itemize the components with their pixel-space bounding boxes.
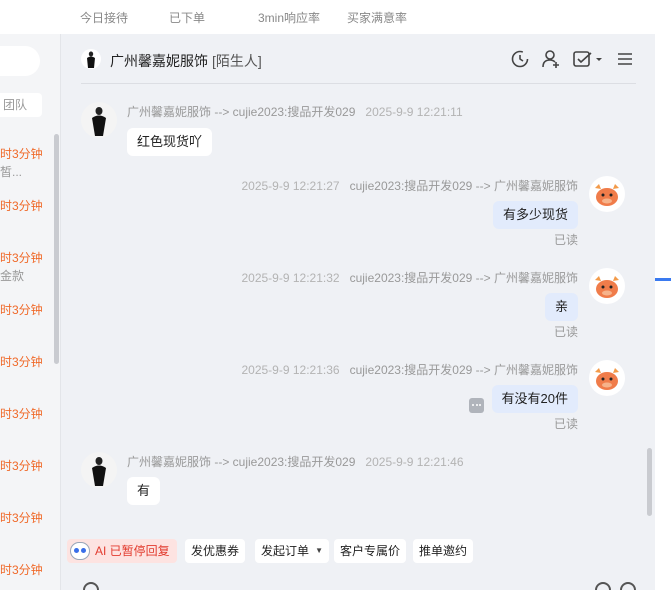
create-order-label: 发起订单 bbox=[261, 544, 310, 558]
team-tab[interactable]: 团队 bbox=[0, 93, 42, 117]
more-options-icon[interactable] bbox=[469, 398, 484, 413]
message-route: 广州馨嘉妮服饰 --> cujie2023:搜品开发029 bbox=[127, 455, 356, 469]
caret-down-icon: ▼ bbox=[315, 546, 324, 555]
agent-avatar[interactable] bbox=[589, 268, 625, 304]
help-icon[interactable] bbox=[620, 582, 636, 590]
message-time: 2025-9-9 12:21:27 bbox=[241, 179, 340, 193]
conversation-wait-time[interactable]: 时3分钟 bbox=[0, 509, 43, 526]
conversation-wait-time[interactable]: 时3分钟 bbox=[0, 301, 43, 318]
conversation-wait-time[interactable]: 时3分钟 bbox=[0, 249, 43, 266]
message-time: 2025-9-9 12:21:36 bbox=[241, 363, 340, 377]
chat-panel: 广州馨嘉妮服饰 [陌生人] 广州馨嘉妮服饰 --> cujie2023:搜品开发… bbox=[60, 34, 655, 590]
contact-name: 广州馨嘉妮服饰 bbox=[110, 53, 208, 69]
message-meta: 广州馨嘉妮服饰 --> cujie2023:搜品开发029 2025-9-9 1… bbox=[127, 103, 463, 120]
right-panel-accent bbox=[655, 278, 671, 281]
right-panel-edge bbox=[655, 0, 671, 590]
send-coupon-button[interactable]: 发优惠券 bbox=[185, 539, 246, 563]
conversation-wait-time[interactable]: 时3分钟 bbox=[0, 405, 43, 422]
menu-icon[interactable] bbox=[614, 48, 636, 70]
conversation-wait-time[interactable]: 时3分钟 bbox=[0, 197, 43, 214]
stats-bar: 今日接待 已下单 3min响应率 买家满意率 bbox=[0, 0, 655, 34]
read-status: 已读 bbox=[553, 417, 578, 431]
emoji-icon[interactable] bbox=[83, 582, 99, 590]
conversation-wait-time[interactable]: 时3分钟 bbox=[0, 353, 43, 370]
search-input[interactable] bbox=[0, 46, 40, 76]
ai-robot-icon bbox=[70, 542, 90, 560]
chat-header: 广州馨嘉妮服饰 [陌生人] bbox=[81, 34, 636, 84]
input-toolbar bbox=[83, 582, 643, 590]
stat-today-received: 今日接待 bbox=[80, 11, 129, 25]
message-bubble[interactable]: 红色现货吖 bbox=[127, 128, 213, 156]
agent-avatar[interactable] bbox=[589, 176, 625, 212]
chat-scrollbar[interactable] bbox=[647, 448, 652, 516]
refresh-icon[interactable] bbox=[509, 48, 531, 70]
read-status: 已读 bbox=[553, 325, 578, 339]
message-meta: 2025-9-9 12:21:36 cujie2023:搜品开发029 --> … bbox=[241, 361, 578, 378]
ai-reply-label: AI 已暂停回复 bbox=[95, 544, 170, 558]
message-route: cujie2023:搜品开发029 --> 广州馨嘉妮服饰 bbox=[349, 363, 578, 377]
agent-avatar[interactable] bbox=[589, 360, 625, 396]
stat-satisfaction: 买家满意率 bbox=[347, 11, 408, 25]
message-route: cujie2023:搜品开发029 --> 广州馨嘉妮服饰 bbox=[349, 271, 578, 285]
list-scrollbar[interactable] bbox=[54, 134, 59, 364]
create-order-button[interactable]: 发起订单 ▼ bbox=[255, 539, 330, 563]
message-bubble[interactable]: 有没有20件 bbox=[491, 385, 578, 413]
contact-avatar[interactable] bbox=[81, 452, 117, 488]
message-meta: 广州馨嘉妮服饰 --> cujie2023:搜品开发029 2025-9-9 1… bbox=[127, 453, 464, 470]
stat-response-rate: 3min响应率 bbox=[258, 11, 321, 25]
conversation-wait-time[interactable]: 时3分钟 bbox=[0, 145, 43, 162]
message-bubble[interactable]: 亲 bbox=[544, 293, 578, 321]
message-route: 广州馨嘉妮服饰 --> cujie2023:搜品开发029 bbox=[127, 105, 356, 119]
push-invite-button[interactable]: 推单邀约 bbox=[413, 539, 474, 563]
conversation-wait-time[interactable]: 时3分钟 bbox=[0, 561, 43, 578]
contact-tag: [陌生人] bbox=[212, 53, 262, 69]
contact-avatar[interactable] bbox=[81, 102, 117, 138]
message-time: 2025-9-9 12:21:32 bbox=[241, 271, 340, 285]
message-time: 2025-9-9 12:21:46 bbox=[365, 455, 464, 469]
conversation-wait-time[interactable]: 时3分钟 bbox=[0, 457, 43, 474]
read-status: 已读 bbox=[553, 233, 578, 247]
message-bubble[interactable]: 有 bbox=[127, 477, 161, 505]
conversation-list: 团队 时3分钟 皙... 时3分钟 时3分钟 金款 时3分钟 时3分钟 时3分钟… bbox=[0, 34, 60, 590]
app-window: 今日接待 已下单 3min响应率 买家满意率 团队 时3分钟 皙... 时3分钟… bbox=[0, 0, 671, 590]
message-time: 2025-9-9 12:21:11 bbox=[365, 105, 463, 119]
conversation-preview: 金款 bbox=[0, 269, 25, 283]
conversation-preview: 皙... bbox=[0, 165, 23, 179]
contact-avatar[interactable] bbox=[81, 49, 101, 69]
message-route: cujie2023:搜品开发029 --> 广州馨嘉妮服饰 bbox=[349, 179, 578, 193]
history-icon[interactable] bbox=[595, 582, 611, 590]
message-bubble[interactable]: 有多少现货 bbox=[492, 201, 578, 229]
exclusive-price-button[interactable]: 客户专属价 bbox=[334, 539, 407, 563]
ai-reply-toggle[interactable]: AI 已暂停回复 bbox=[67, 539, 177, 563]
message-meta: 2025-9-9 12:21:27 cujie2023:搜品开发029 --> … bbox=[241, 177, 578, 194]
message-meta: 2025-9-9 12:21:32 cujie2023:搜品开发029 --> … bbox=[241, 269, 578, 286]
stat-ordered: 已下单 bbox=[169, 11, 206, 25]
order-check-icon[interactable] bbox=[571, 48, 605, 70]
user-add-icon[interactable] bbox=[540, 48, 562, 70]
